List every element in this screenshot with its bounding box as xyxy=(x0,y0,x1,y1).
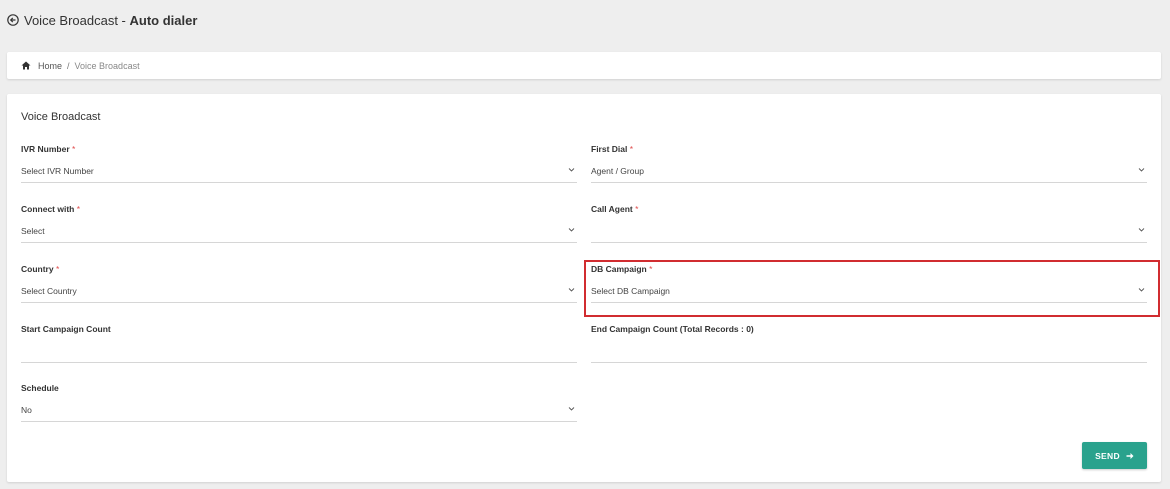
page-title-strong: Auto dialer xyxy=(129,12,198,28)
breadcrumb-home[interactable]: Home xyxy=(38,61,62,71)
start-campaign-count-input[interactable] xyxy=(21,344,577,363)
first-dial-value: Agent / Group xyxy=(591,166,644,176)
chevron-down-icon xyxy=(1138,168,1145,172)
ivr-number-label: IVR Number * xyxy=(21,144,76,154)
send-button-label: SEND xyxy=(1095,450,1120,461)
connect-with-select[interactable]: Select xyxy=(21,224,577,243)
chevron-down-icon xyxy=(1138,228,1145,232)
page-header: Voice Broadcast - Auto dialer xyxy=(7,11,197,29)
country-value: Select Country xyxy=(21,286,77,296)
first-dial-select[interactable]: Agent / Group xyxy=(591,164,1147,183)
chevron-down-icon xyxy=(568,228,575,232)
first-dial-label: First Dial * xyxy=(591,144,634,154)
breadcrumb: Home / Voice Broadcast xyxy=(7,52,1161,79)
call-agent-label: Call Agent * xyxy=(591,204,639,214)
chevron-down-icon xyxy=(568,288,575,292)
page-title-prefix: Voice Broadcast - xyxy=(24,12,126,28)
form-title: Voice Broadcast xyxy=(21,111,101,123)
call-agent-select[interactable] xyxy=(591,224,1147,243)
home-icon xyxy=(21,61,31,70)
voice-broadcast-form: Voice Broadcast IVR Number * Select IVR … xyxy=(7,94,1161,482)
db-campaign-highlight-box xyxy=(584,260,1160,317)
back-arrow-icon[interactable] xyxy=(7,14,19,26)
connect-with-label: Connect with * xyxy=(21,204,81,214)
send-button[interactable]: SEND xyxy=(1082,442,1147,469)
connect-with-value: Select xyxy=(21,226,45,236)
country-label: Country * xyxy=(21,264,60,274)
schedule-select[interactable]: No xyxy=(21,403,577,422)
schedule-label: Schedule xyxy=(21,383,59,393)
chevron-down-icon xyxy=(568,407,575,411)
ivr-number-value: Select IVR Number xyxy=(21,166,94,176)
chevron-down-icon xyxy=(568,168,575,172)
end-campaign-count-label: End Campaign Count (Total Records : 0) xyxy=(591,324,754,334)
breadcrumb-current: Voice Broadcast xyxy=(74,60,140,71)
end-campaign-count-input[interactable] xyxy=(591,344,1147,363)
ivr-number-select[interactable]: Select IVR Number xyxy=(21,164,577,183)
breadcrumb-separator: / xyxy=(67,60,70,71)
country-select[interactable]: Select Country xyxy=(21,284,577,303)
arrow-right-icon xyxy=(1126,452,1134,459)
start-campaign-count-label: Start Campaign Count xyxy=(21,324,111,334)
schedule-value: No xyxy=(21,405,32,415)
